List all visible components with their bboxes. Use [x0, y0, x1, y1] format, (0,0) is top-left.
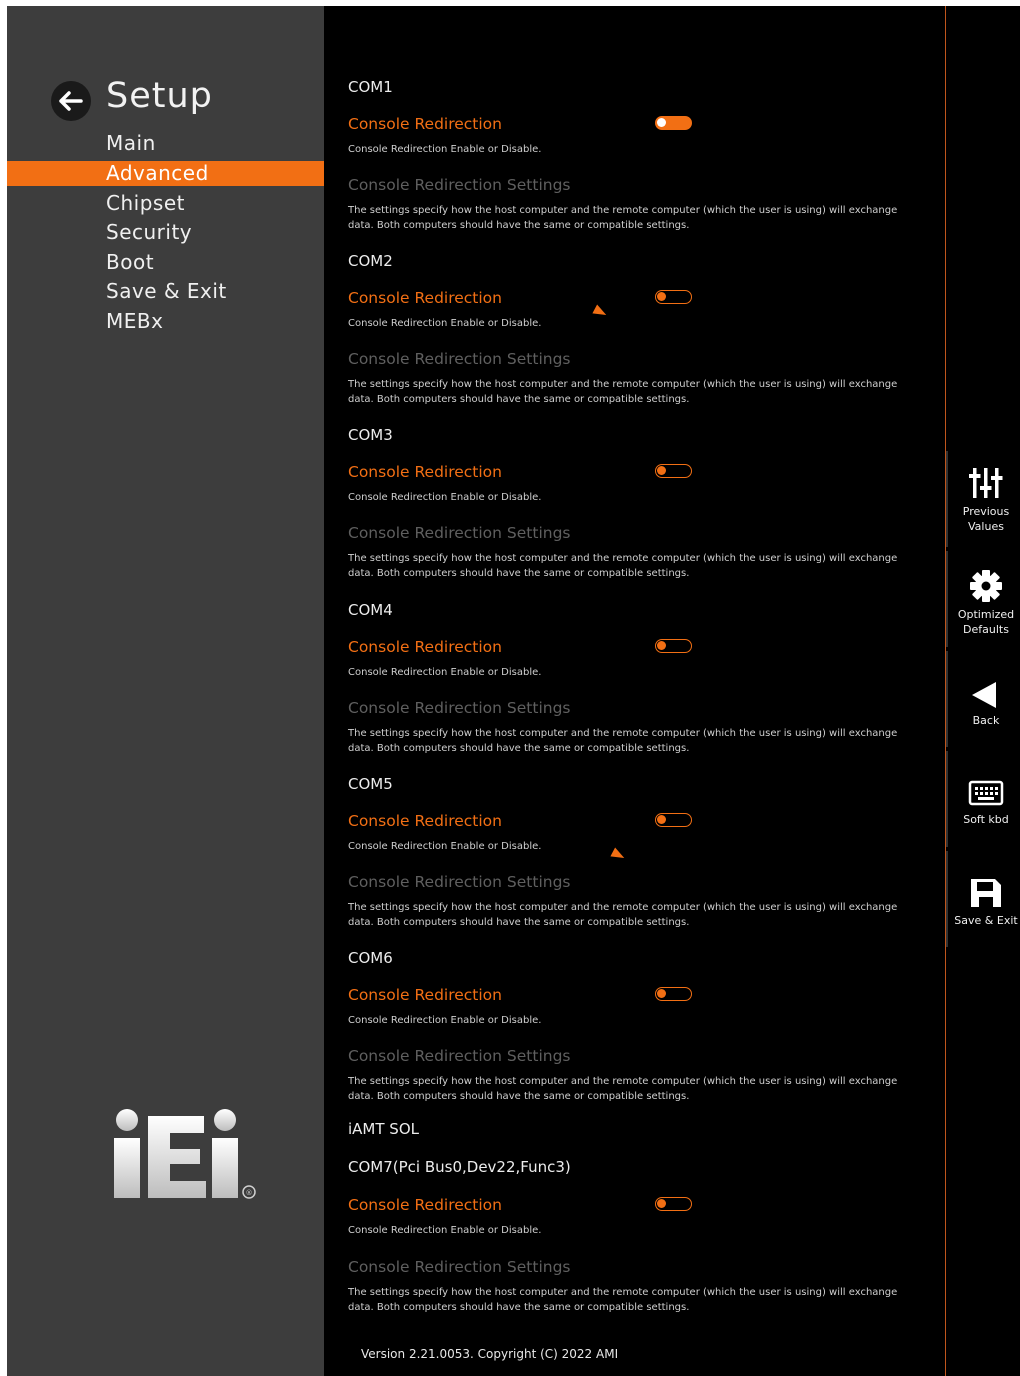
- svg-text:®: ®: [246, 1189, 253, 1197]
- previous-values-button[interactable]: Previous Values: [946, 466, 1020, 534]
- console-redirection-settings-desc: The settings specify how the host comput…: [348, 553, 898, 579]
- iei-logo: ®: [114, 1109, 256, 1199]
- back-button[interactable]: Back: [946, 681, 1020, 728]
- gear-icon: [970, 570, 1002, 602]
- toggle-knob: [657, 466, 666, 475]
- nav-item-main[interactable]: Main: [7, 131, 324, 156]
- console-redirection-label[interactable]: Console Redirection: [348, 115, 502, 133]
- console-redirection-label[interactable]: Console Redirection: [348, 289, 502, 307]
- toggle-knob: [657, 815, 666, 824]
- console-redirection-desc: Console Redirection Enable or Disable.: [348, 318, 542, 329]
- com7-title: COM7(Pci Bus0,Dev22,Func3): [348, 1158, 571, 1176]
- console-redirection-settings-desc: The settings specify how the host comput…: [348, 379, 898, 405]
- console-redirection-settings-link[interactable]: Console Redirection Settings: [348, 873, 571, 891]
- console-redirection-label[interactable]: Console Redirection: [348, 986, 502, 1004]
- console-redirection-toggle[interactable]: [655, 1197, 692, 1211]
- save-exit-label: Save & Exit: [954, 914, 1018, 927]
- setup-title: Setup: [106, 76, 213, 116]
- console-redirection-desc: Console Redirection Enable or Disable.: [348, 841, 542, 852]
- console-redirection-settings-desc: The settings specify how the host comput…: [348, 1076, 898, 1102]
- toggle-knob: [657, 118, 666, 127]
- save-exit-button[interactable]: Save & Exit: [946, 877, 1020, 928]
- main-content: COM1 Console Redirection Console Redirecti…: [324, 6, 945, 1376]
- nav-item-chipset[interactable]: Chipset: [7, 191, 324, 216]
- optimized-defaults-button[interactable]: Optimized Defaults: [946, 569, 1020, 637]
- mouse-cursor: [610, 847, 627, 863]
- com-port-title: COM6: [348, 949, 393, 967]
- nav-item-save-exit[interactable]: Save & Exit: [7, 279, 324, 304]
- console-redirection-label[interactable]: Console Redirection: [348, 638, 502, 656]
- console-redirection-desc: Console Redirection Enable or Disable.: [348, 492, 542, 503]
- back-triangle-icon: [972, 682, 996, 708]
- console-redirection-desc: Console Redirection Enable or Disable.: [348, 144, 542, 155]
- com-port-title: COM4: [348, 601, 393, 619]
- console-redirection-settings-desc: The settings specify how the host comput…: [348, 902, 898, 928]
- toggle-knob: [657, 989, 666, 998]
- com-port-title: COM5: [348, 775, 393, 793]
- console-redirection-desc: Console Redirection Enable or Disable.: [348, 1015, 542, 1026]
- console-redirection-settings-link[interactable]: Console Redirection Settings: [348, 1258, 571, 1276]
- com-port-title: COM2: [348, 252, 393, 270]
- console-redirection-settings-link[interactable]: Console Redirection Settings: [348, 176, 571, 194]
- console-redirection-desc: Console Redirection Enable or Disable.: [348, 667, 542, 678]
- toggle-knob: [657, 641, 666, 650]
- console-redirection-toggle[interactable]: [655, 290, 692, 304]
- console-redirection-label[interactable]: Console Redirection: [348, 1196, 502, 1214]
- console-redirection-toggle[interactable]: [655, 464, 692, 478]
- com-port-title: COM1: [348, 78, 393, 96]
- com-port-title: COM3: [348, 426, 393, 444]
- console-redirection-label[interactable]: Console Redirection: [348, 812, 502, 830]
- nav-item-boot[interactable]: Boot: [7, 250, 324, 275]
- console-redirection-toggle[interactable]: [655, 987, 692, 1001]
- soft-keyboard-label: Soft kbd: [963, 813, 1009, 826]
- arrow-left-icon: [59, 91, 83, 111]
- nav-item-advanced[interactable]: Advanced: [7, 161, 324, 186]
- console-redirection-label[interactable]: Console Redirection: [348, 463, 502, 481]
- console-redirection-settings-link[interactable]: Console Redirection Settings: [348, 524, 571, 542]
- floppy-disk-icon: [971, 879, 1001, 907]
- iamt-sol-heading: iAMT SOL: [348, 1120, 419, 1138]
- previous-values-label: Previous Values: [962, 505, 1010, 533]
- version-text: Version 2.21.0053. Copyright (C) 2022 AM…: [361, 1347, 619, 1361]
- console-redirection-toggle[interactable]: [655, 813, 692, 827]
- console-redirection-settings-desc: The settings specify how the host comput…: [348, 1287, 898, 1313]
- console-redirection-settings-desc: The settings specify how the host comput…: [348, 728, 898, 754]
- console-redirection-toggle[interactable]: [655, 639, 692, 653]
- nav-item-mebx[interactable]: MEBx: [7, 309, 324, 334]
- keyboard-icon: [968, 780, 1004, 806]
- console-redirection-toggle[interactable]: [655, 116, 692, 130]
- toggle-knob: [657, 292, 666, 301]
- bios-window: Setup Main Advanced Chipset Security Boo…: [7, 6, 1020, 1376]
- mouse-cursor: [592, 304, 609, 320]
- optimized-defaults-label: Optimized Defaults: [957, 608, 1015, 636]
- nav-item-security[interactable]: Security: [7, 220, 324, 245]
- console-redirection-desc: Console Redirection Enable or Disable.: [348, 1225, 542, 1236]
- left-navigation: Setup Main Advanced Chipset Security Boo…: [7, 6, 324, 1376]
- console-redirection-settings-desc: The settings specify how the host comput…: [348, 205, 898, 231]
- back-label: Back: [972, 714, 1000, 727]
- sliders-icon: [969, 468, 1003, 498]
- toggle-knob: [657, 1199, 666, 1208]
- soft-keyboard-button[interactable]: Soft kbd: [946, 780, 1020, 827]
- back-arrow-button[interactable]: [51, 81, 91, 121]
- console-redirection-settings-link[interactable]: Console Redirection Settings: [348, 699, 571, 717]
- right-toolbar: Previous Values Optimized Defaults Back: [946, 6, 1020, 1376]
- console-redirection-settings-link[interactable]: Console Redirection Settings: [348, 1047, 571, 1065]
- console-redirection-settings-link[interactable]: Console Redirection Settings: [348, 350, 571, 368]
